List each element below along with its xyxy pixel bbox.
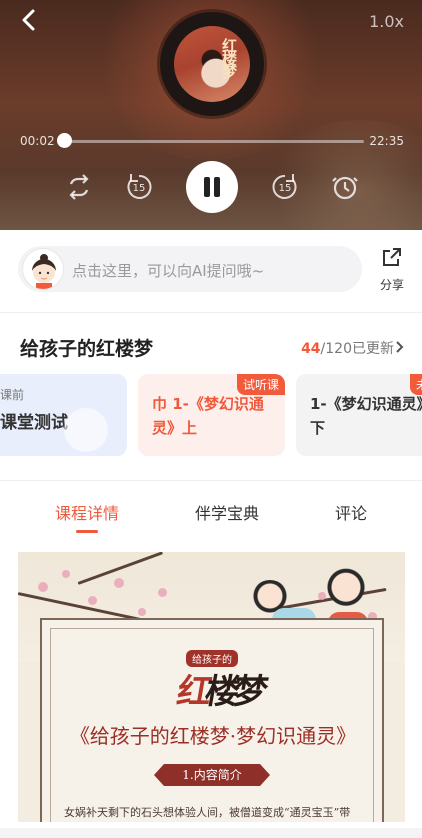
audio-player: 1.0x 红楼梦 00:02 22:35 15 15	[0, 0, 422, 230]
album-cover: 红楼梦	[174, 26, 250, 102]
episode-title: 1-《梦幻识通灵》下	[310, 395, 422, 437]
course-title: 给孩子的红楼梦	[20, 338, 154, 360]
tab-comments[interactable]: 评论	[335, 500, 367, 524]
current-time: 00:02	[20, 134, 55, 148]
progress-track[interactable]	[64, 140, 364, 143]
episode-card-2[interactable]: 未学 1-《梦幻识通灵》下	[296, 374, 422, 456]
rewind-seconds: 15	[133, 183, 146, 194]
progress-total: /120已更新	[320, 341, 394, 357]
poster-heading: 《给孩子的红楼梦·梦幻识通灵》	[69, 724, 357, 748]
timer-icon[interactable]	[328, 170, 362, 204]
forward-seconds: 15	[279, 183, 292, 194]
tab-course-details[interactable]: 课程详情	[55, 500, 119, 524]
poster-body-text: 女娲补天剩下的石头想体验人间，被僧道变成“通灵宝玉”带	[64, 806, 351, 819]
episode-title: 巾 1-《梦幻识通灵》上	[152, 395, 264, 437]
course-poster: 给孩子的 红楼梦 《给孩子的红楼梦·梦幻识通灵》 1.内容简介 女娲补天剩下的石…	[18, 552, 405, 822]
pause-icon	[204, 177, 210, 197]
pause-button[interactable]	[186, 161, 238, 213]
playback-speed-button[interactable]: 1.0x	[369, 12, 404, 31]
ask-ai-input[interactable]: 点击这里，可以向AI提问哦~	[18, 246, 362, 292]
tab-study-guide[interactable]: 伴学宝典	[195, 500, 259, 524]
rewind-15-icon[interactable]: 15	[122, 170, 156, 204]
poster-section-label: 1.内容简介	[154, 764, 270, 786]
episode-card-1[interactable]: 试听课 巾 1-《梦幻识通灵》上	[138, 374, 285, 456]
assistant-avatar	[22, 248, 64, 290]
chevron-right-icon	[396, 341, 404, 357]
updated-count: 44	[301, 341, 321, 357]
forward-15-icon[interactable]: 15	[268, 170, 302, 204]
share-button[interactable]: 分享	[374, 246, 410, 294]
episode-title: 课堂测试	[0, 413, 68, 433]
ask-ai-placeholder: 点击这里，可以向AI提问哦~	[72, 262, 265, 280]
episode-sub: 课前	[0, 388, 25, 402]
share-label: 分享	[379, 278, 404, 292]
episode-card-quiz[interactable]: 课前 课堂测试	[0, 374, 127, 456]
course-progress-link[interactable]: 44/120已更新	[301, 338, 404, 358]
share-icon	[383, 248, 401, 266]
poster-calligraphy: 红楼梦	[173, 672, 265, 712]
loop-icon[interactable]	[62, 170, 96, 204]
progress-thumb[interactable]	[57, 133, 73, 148]
total-time: 22:35	[369, 134, 404, 148]
course-player-page: 1.0x 红楼梦 00:02 22:35 15 15 点击这里，可以向AI提问哦…	[0, 0, 422, 838]
active-tab-indicator	[76, 530, 98, 533]
back-icon[interactable]	[18, 8, 42, 32]
album-disc: 红楼梦	[160, 12, 264, 116]
cartoon-girl	[318, 562, 374, 618]
cover-title: 红楼梦	[220, 38, 238, 77]
